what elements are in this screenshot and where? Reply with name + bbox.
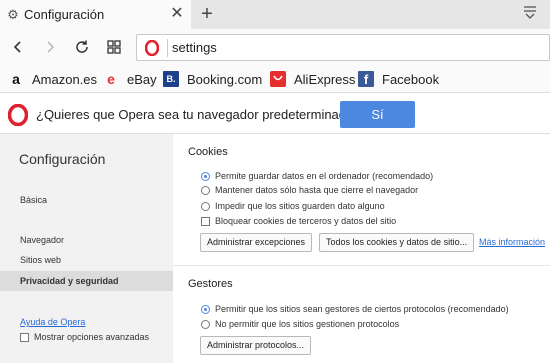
option-label: No permitir que los sitios gestionen pro… <box>215 319 400 329</box>
sidebar-item-navegador[interactable]: Navegador <box>0 230 173 250</box>
back-arrow-icon <box>13 41 21 53</box>
yes-button[interactable]: Sí <box>340 101 415 128</box>
advanced-options-label: Mostrar opciones avanzadas <box>34 332 150 342</box>
tab-bar: ⚙ Configuración ✕ + <box>0 0 550 29</box>
help-link[interactable]: Ayuda de Opera <box>20 317 85 327</box>
sidebar-item-privacidad[interactable]: Privacidad y seguridad <box>0 271 173 291</box>
address-toolbar: settings <box>0 29 550 66</box>
default-browser-question: ¿Quieres que Opera sea tu navegador pred… <box>36 107 361 122</box>
bookmark-ebay[interactable]: e eBay <box>103 71 157 87</box>
bookmark-label: Amazon.es <box>32 71 98 87</box>
bookmark-label: Booking.com <box>187 71 263 87</box>
close-tab-icon[interactable]: ✕ <box>170 6 184 22</box>
radio-selected[interactable] <box>201 304 210 314</box>
address-separator <box>167 39 168 57</box>
ebay-icon: e <box>107 71 115 87</box>
tab-settings[interactable]: ⚙ Configuración ✕ <box>0 0 191 29</box>
opera-logo-icon <box>145 40 159 56</box>
cookie-option-allow[interactable]: Permite guardar datos en el ordenador (r… <box>201 170 433 182</box>
all-cookies-button[interactable]: Todos los cookies y datos de sitio... <box>319 233 475 252</box>
bookmark-booking[interactable]: B. Booking.com <box>163 71 262 87</box>
address-url[interactable]: settings <box>172 40 217 55</box>
reload-icon <box>76 40 88 53</box>
cookie-option-block[interactable]: Impedir que los sitios guarden dato algu… <box>201 200 385 212</box>
bookmark-label: AliExpress <box>294 71 356 87</box>
checkbox-box[interactable] <box>20 332 29 342</box>
bookmarks-bar: a Amazon.es e eBay B. Booking.com AliExp… <box>0 66 550 93</box>
bookmark-label: Facebook <box>382 71 440 87</box>
settings-sidebar: Configuración Básica Navegador Sitios we… <box>0 134 173 363</box>
settings-content: Cookies Permite guardar datos en el orde… <box>173 134 550 363</box>
reload-button[interactable] <box>72 37 92 57</box>
amazon-icon: a <box>12 71 20 87</box>
option-label: Permitir que los sitios sean gestores de… <box>215 304 509 314</box>
facebook-icon: f <box>358 71 374 87</box>
option-label: Impedir que los sitios guarden dato algu… <box>215 201 385 211</box>
tab-menu-icon[interactable] <box>522 4 538 20</box>
option-label: Permite guardar datos en el ordenador (r… <box>215 171 434 181</box>
advanced-options-checkbox[interactable]: Mostrar opciones avanzadas <box>20 332 149 342</box>
radio-selected[interactable] <box>201 171 210 181</box>
tab-title: Configuración <box>24 7 105 22</box>
gear-icon: ⚙ <box>7 6 19 22</box>
sidebar-item-basica[interactable]: Básica <box>0 190 173 210</box>
default-browser-prompt: ¿Quieres que Opera sea tu navegador pred… <box>0 94 550 134</box>
forward-arrow-icon <box>47 41 55 53</box>
sidebar-title: Configuración <box>19 151 106 167</box>
address-bar[interactable]: settings <box>136 34 550 61</box>
sidebar-item-sitios-web[interactable]: Sitios web <box>0 250 173 270</box>
grid-icon <box>107 40 121 54</box>
cookie-option-session[interactable]: Mantener datos sólo hasta que cierre el … <box>201 184 418 196</box>
handler-option-deny[interactable]: No permitir que los sitios gestionen pro… <box>201 318 399 330</box>
radio[interactable] <box>201 185 210 195</box>
manage-exceptions-button[interactable]: Administrar excepciones <box>200 233 313 252</box>
speed-dial-button[interactable] <box>104 37 124 57</box>
cookies-section-title: Cookies <box>188 146 228 158</box>
aliexpress-icon <box>270 71 286 87</box>
opera-logo-icon <box>8 104 28 126</box>
new-tab-button[interactable]: + <box>198 4 216 24</box>
checkbox-box[interactable] <box>201 216 210 226</box>
handlers-section-title: Gestores <box>188 278 233 290</box>
bookmark-facebook[interactable]: f Facebook <box>358 71 439 87</box>
option-label: Bloquear cookies de terceros y datos del… <box>215 216 397 226</box>
booking-icon: B. <box>163 71 179 87</box>
section-divider <box>173 265 550 266</box>
back-button[interactable] <box>8 37 28 57</box>
bookmark-aliexpress[interactable]: AliExpress <box>270 71 355 87</box>
bookmark-label: eBay <box>127 71 157 87</box>
more-info-link[interactable]: Más información <box>479 237 545 247</box>
manage-protocols-button[interactable]: Administrar protocolos... <box>200 336 312 355</box>
bookmark-amazon[interactable]: a Amazon.es <box>8 71 97 87</box>
radio[interactable] <box>201 319 210 329</box>
cookie-option-third-party[interactable]: Bloquear cookies de terceros y datos del… <box>201 215 396 227</box>
radio[interactable] <box>201 201 210 211</box>
forward-button[interactable] <box>40 37 60 57</box>
option-label: Mantener datos sólo hasta que cierre el … <box>215 185 419 195</box>
handler-option-allow[interactable]: Permitir que los sitios sean gestores de… <box>201 303 509 315</box>
